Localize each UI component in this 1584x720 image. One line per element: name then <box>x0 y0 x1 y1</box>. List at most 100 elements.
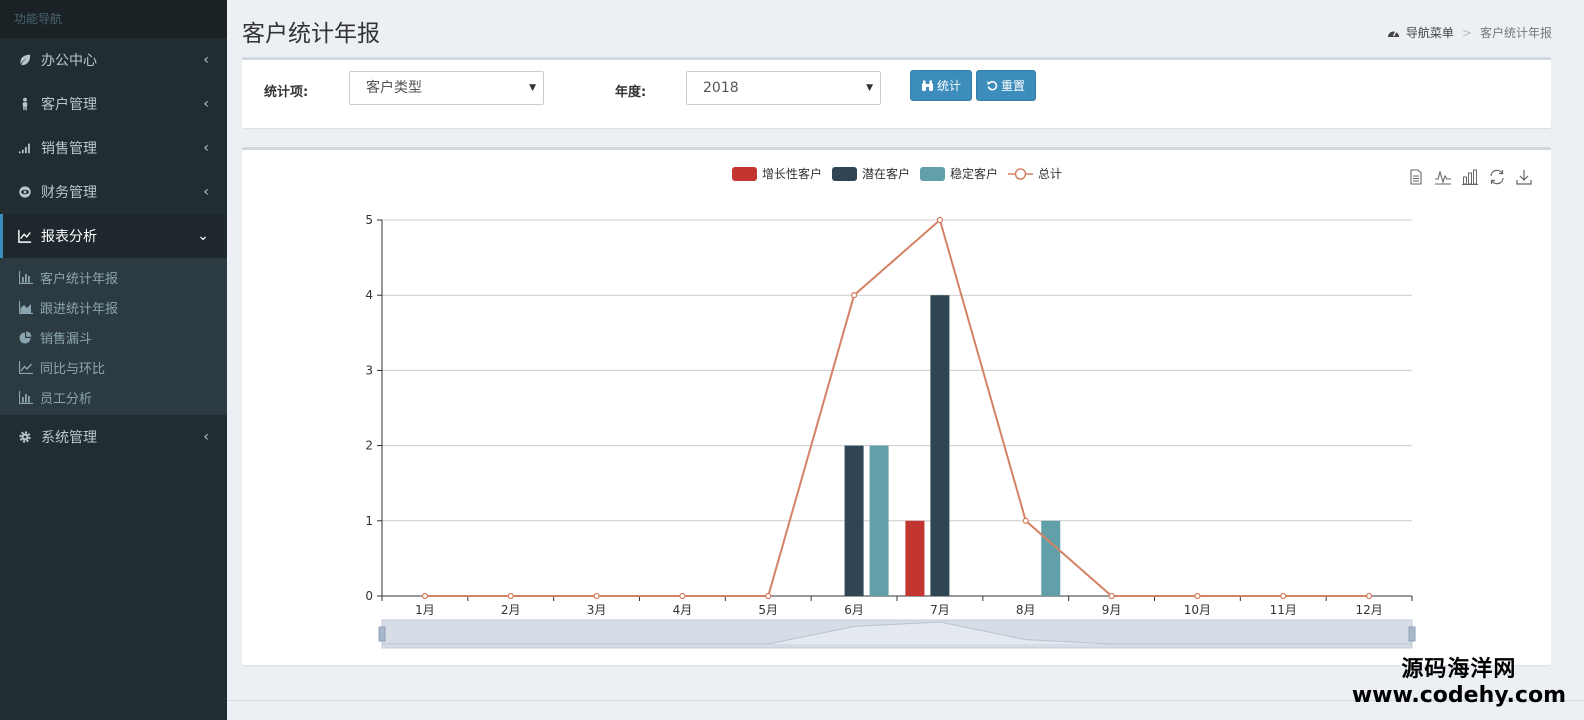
menu-label: 系统管理 <box>41 430 97 446</box>
legend-swatch <box>920 166 946 181</box>
stat-item-select[interactable]: 客户类型 ▼ <box>349 71 544 105</box>
y-tick-label: 5 <box>365 213 373 227</box>
y-tick-label: 4 <box>365 288 373 302</box>
dashboard-icon <box>1387 27 1400 38</box>
legend-item-potential[interactable]: 潜在客户 <box>832 165 910 182</box>
data-view-icon[interactable] <box>1402 167 1429 187</box>
y-tick-label: 2 <box>365 439 373 453</box>
stat-button-label: 统计 <box>936 79 961 93</box>
x-tick-label: 5月 <box>758 603 778 617</box>
breadcrumb-current: 客户统计年报 <box>1479 26 1552 40</box>
sub-item-label: 客户统计年报 <box>40 271 119 287</box>
stat-button[interactable]: 统计 <box>910 70 972 101</box>
chevron-left-icon: ‹ <box>203 429 209 445</box>
line-point <box>1280 592 1287 600</box>
legend-line-swatch <box>1008 167 1034 180</box>
x-tick-label: 11月 <box>1270 603 1297 617</box>
line-switch-icon[interactable] <box>1429 167 1456 187</box>
legend-item-stable[interactable]: 稳定客户 <box>920 165 998 182</box>
breadcrumb: 导航菜单 > 客户统计年报 <box>1387 24 1552 41</box>
x-tick-label: 9月 <box>1102 603 1122 617</box>
sub-item-label: 同比与环比 <box>40 361 106 377</box>
chevron-left-icon: ‹ <box>203 52 209 68</box>
binoculars-icon <box>921 80 934 92</box>
menu-item-office[interactable]: 办公中心 ‹ <box>0 38 227 82</box>
x-tick-label: 2月 <box>501 603 521 617</box>
year-select[interactable]: 2018 ▼ <box>686 71 881 105</box>
y-tick-label: 3 <box>365 363 373 377</box>
legend-label: 稳定客户 <box>950 167 999 181</box>
legend-item-total[interactable]: 总计 <box>1008 165 1062 182</box>
watermark: 源码海洋网 www.codehy.com <box>1352 651 1566 708</box>
undo-icon <box>987 80 998 91</box>
stat-item-label: 统计项: <box>264 85 309 100</box>
bar <box>1041 520 1061 596</box>
stat-item-value: 客户类型 <box>366 80 422 96</box>
reports-submenu: 客户统计年报 跟进统计年报 销售漏斗 同比与环比 员工分析 <box>0 258 227 415</box>
sub-item-yoy-mom[interactable]: 同比与环比 <box>0 352 227 382</box>
line-chart-icon <box>19 360 35 374</box>
data-zoom-handle-right <box>1408 626 1416 642</box>
total-line <box>424 218 1370 597</box>
chevron-left-icon: ‹ <box>203 184 209 200</box>
line-point <box>1022 517 1029 524</box>
sub-item-label: 跟进统计年报 <box>40 301 119 317</box>
sub-item-followup-report[interactable]: 跟进统计年报 <box>0 292 227 322</box>
bar-chart-icon <box>19 390 35 404</box>
chevron-left-icon: ‹ <box>203 140 209 156</box>
bar <box>844 445 864 596</box>
legend-item-growth[interactable]: 增长性客户 <box>732 165 822 182</box>
menu-item-customer[interactable]: 客户管理 ‹ <box>0 82 227 126</box>
gear-icon <box>17 429 33 445</box>
line-point <box>1194 592 1201 600</box>
user-icon <box>17 96 33 112</box>
sub-item-staff-analysis[interactable]: 员工分析 <box>0 382 227 412</box>
reset-button[interactable]: 重置 <box>976 70 1036 101</box>
legend-label: 潜在客户 <box>862 167 911 181</box>
bar <box>869 445 889 596</box>
page-title: 客户统计年报 <box>242 21 380 47</box>
menu-label: 财务管理 <box>41 185 97 201</box>
restore-icon[interactable] <box>1483 167 1510 187</box>
filter-box: 统计项: 客户类型 ▼ 年度: 2018 ▼ 统计 重置 <box>242 57 1551 128</box>
sidebar-header: 功能导航 <box>0 0 227 38</box>
line-point <box>765 592 772 600</box>
sub-item-customer-report[interactable]: 客户统计年报 <box>0 262 227 292</box>
legend-swatch <box>832 166 858 181</box>
menu-item-reports[interactable]: 报表分析 ⌄ <box>0 214 227 258</box>
chevron-left-icon: ‹ <box>203 96 209 112</box>
line-point <box>1365 592 1373 600</box>
line-point <box>507 592 514 600</box>
bar-switch-icon[interactable] <box>1456 167 1483 187</box>
pie-chart-icon <box>19 330 35 344</box>
legend-label: 增长性客户 <box>762 167 823 181</box>
sub-item-sales-funnel[interactable]: 销售漏斗 <box>0 322 227 352</box>
x-tick-label: 6月 <box>844 603 864 617</box>
menu-item-sales[interactable]: 销售管理 ‹ <box>0 126 227 170</box>
breadcrumb-home[interactable]: 导航菜单 <box>1406 24 1454 41</box>
menu-item-system[interactable]: 系统管理 ‹ <box>0 415 227 459</box>
chart-box: 0 1 2 3 4 5 1月 2月 3月 4月 5月 6月 7月 8月 9月 10月 11月 12月 增长性客户 … <box>242 147 1551 665</box>
data-zoom-handle-left <box>378 626 386 642</box>
menu-item-finance[interactable]: 财务管理 ‹ <box>0 170 227 214</box>
x-tick-label: 7月 <box>930 603 950 617</box>
sidebar: 功能导航 办公中心 ‹ 客户管理 ‹ 销售管理 ‹ 财务管理 ‹ 报表分析 ⌄ <box>0 0 227 720</box>
save-image-icon[interactable] <box>1510 167 1537 187</box>
legend-label: 总计 <box>1038 167 1063 181</box>
y-tick-label: 1 <box>365 514 373 528</box>
reset-button-label: 重置 <box>1000 79 1025 93</box>
bar <box>905 520 925 596</box>
line-point <box>679 592 686 600</box>
line-point <box>421 592 429 600</box>
line-chart-icon <box>17 228 33 244</box>
eye-icon <box>17 184 33 200</box>
x-tick-label: 8月 <box>1016 603 1036 617</box>
y-tick-label: 0 <box>365 589 373 603</box>
x-tick-label: 1月 <box>415 603 435 617</box>
line-point <box>593 592 600 600</box>
bar-chart-icon <box>19 270 35 284</box>
watermark-line1: 源码海洋网 <box>1401 657 1517 682</box>
x-tick-label: 3月 <box>587 603 607 617</box>
year-label: 年度: <box>615 85 647 100</box>
watermark-line2: www.codehy.com <box>1351 683 1566 708</box>
